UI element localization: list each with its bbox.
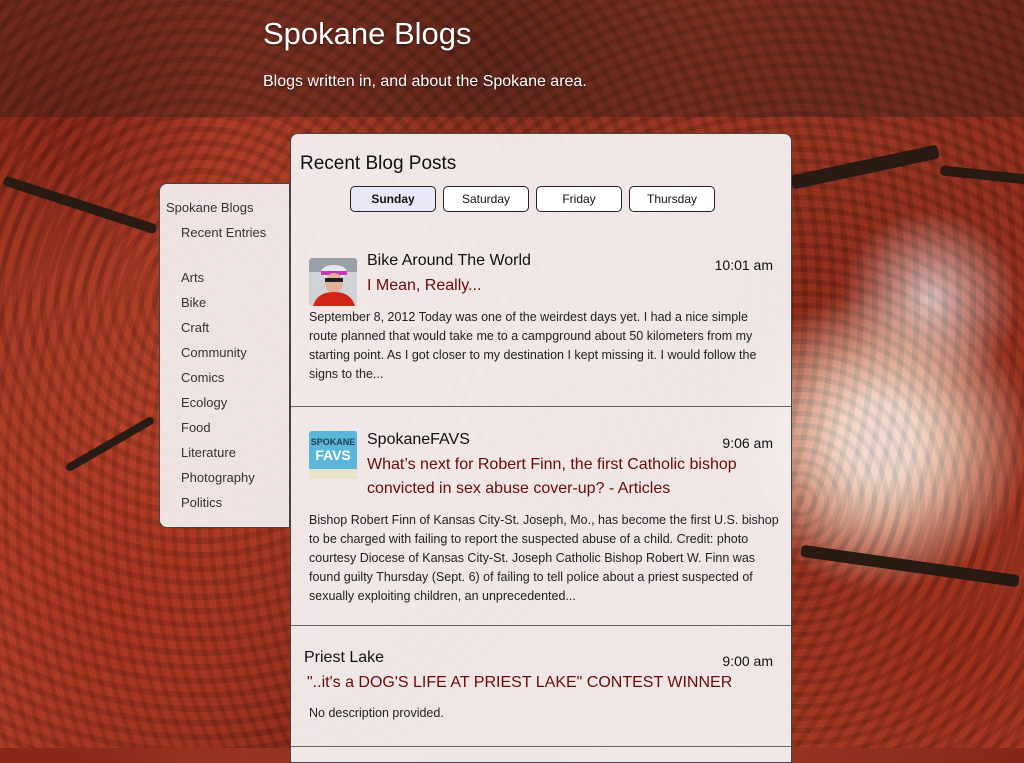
sidebar-recent-entries[interactable]: Recent Entries [181,225,266,240]
blog-name[interactable]: SpokaneFAVS [367,431,470,449]
background-branch [2,175,158,235]
tab-thursday[interactable]: Thursday [629,186,715,212]
post-item: Priest Lake 9:00 am "..it's a DOG'S LIFE… [291,626,791,746]
post-description: Bishop Robert Finn of Kansas City-St. Jo… [309,513,779,603]
sidebar-root-link[interactable]: Spokane Blogs [166,200,253,215]
site-tagline: Blogs written in, and about the Spokane … [263,73,587,90]
main-panel: Recent Blog Posts Sunday Saturday Friday… [290,133,792,763]
sidebar-item-food[interactable]: Food [181,420,211,435]
spokanefavs-logo[interactable]: SPOKANE FAVS [309,431,357,479]
sidebar-item-ecology[interactable]: Ecology [181,395,227,410]
header-band [0,0,1024,117]
sidebar-item-photography[interactable]: Photography [181,470,255,485]
post-title-link[interactable]: What’s next for Robert Finn, the first C… [367,453,737,477]
post-title-link[interactable]: "..it's a DOG'S LIFE AT PRIEST LAKE" CON… [307,671,732,695]
site-title[interactable]: Spokane Blogs [263,16,472,52]
post-description: September 8, 2012 Today was one of the w… [309,310,757,381]
divider [291,746,791,747]
post-description: No description provided. [309,706,444,720]
sidebar-item-comics[interactable]: Comics [181,370,224,385]
tab-sunday[interactable]: Sunday [350,186,436,212]
sidebar-item-craft[interactable]: Craft [181,320,209,335]
blog-name[interactable]: Bike Around The World [367,252,531,270]
sidebar-item-community[interactable]: Community [181,345,247,360]
post-title-link-line2[interactable]: convicted in sex abuse cover-up? - Artic… [367,477,670,501]
background-branch [790,144,940,190]
sidebar: Spokane Blogs Recent Entries Arts Bike C… [159,183,290,528]
sidebar-item-politics[interactable]: Politics [181,495,222,510]
sidebar-item-literature[interactable]: Literature [181,445,236,460]
background-branch [64,415,156,473]
blog-name[interactable]: Priest Lake [304,649,384,667]
sidebar-item-arts[interactable]: Arts [181,270,204,285]
post-title-link[interactable]: I Mean, Really... [367,274,481,298]
background-branch [939,165,1024,185]
page-title: Recent Blog Posts [300,153,457,174]
post-time: 9:00 am [722,653,773,669]
post-time: 9:06 am [722,435,773,451]
sidebar-item-bike[interactable]: Bike [181,295,206,310]
cyclist-avatar[interactable] [309,258,357,306]
tab-saturday[interactable]: Saturday [443,186,529,212]
background-branch [800,544,1020,588]
post-time: 10:01 am [714,257,773,273]
tab-friday[interactable]: Friday [536,186,622,212]
post-item: Bike Around The World 10:01 am I Mean, R… [291,234,791,406]
post-item: SPOKANE FAVS SpokaneFAVS 9:06 am What’s … [291,407,791,625]
